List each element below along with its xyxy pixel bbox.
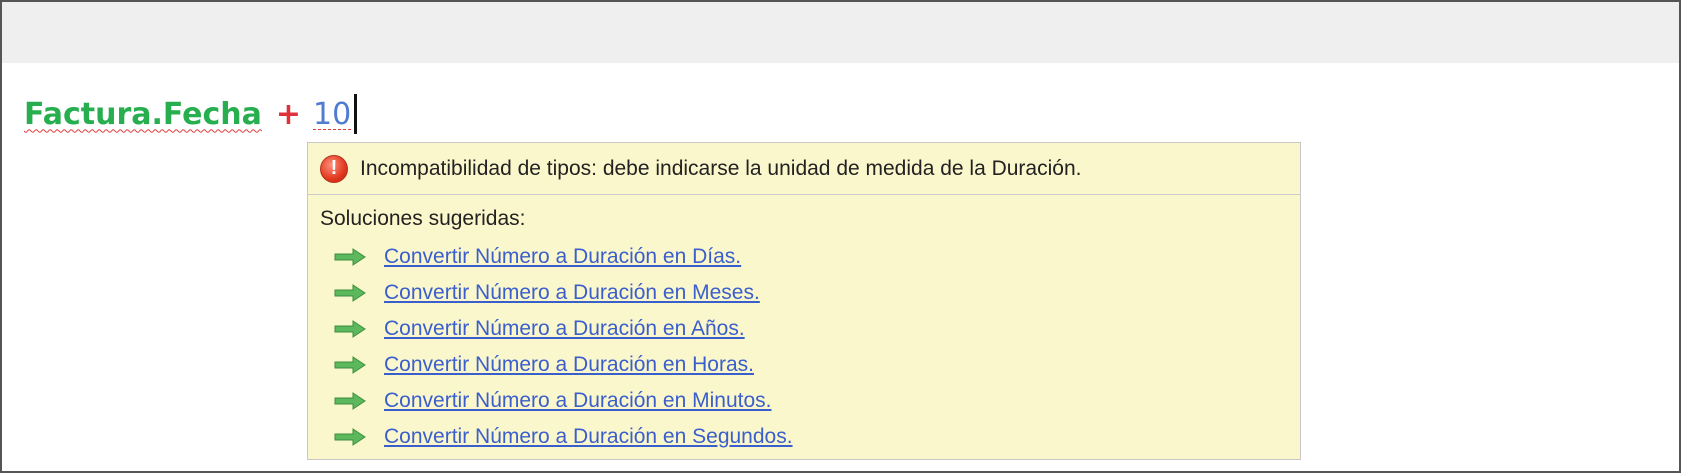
suggestion-link-meses[interactable]: Convertir Número a Duración en Meses. [384,281,760,305]
text-caret [354,94,358,134]
suggestion-link-minutos[interactable]: Convertir Número a Duración en Minutos. [384,389,772,413]
suggestions-list: Convertir Número a Duración en Días. Con… [320,239,1300,455]
green-arrow-right-icon [334,248,366,266]
editor-window: Factura.Fecha + 10 ! Incompatibilidad de… [0,0,1681,473]
suggestion-link-anos[interactable]: Convertir Número a Duración en Años. [384,317,745,341]
error-message-row: ! Incompatibilidad de tipos: debe indica… [308,143,1300,195]
operator-token: + [275,96,302,132]
formula-editor[interactable]: Factura.Fecha + 10 [24,94,358,134]
suggestion-link-dias[interactable]: Convertir Número a Duración en Días. [384,245,741,269]
number-token[interactable]: 10 [313,97,351,132]
green-arrow-right-icon [334,356,366,374]
green-arrow-right-icon [334,320,366,338]
error-icon: ! [320,154,348,183]
green-arrow-right-icon [334,392,366,410]
suggestion-item: Convertir Número a Duración en Horas. [320,347,1300,383]
suggestion-link-segundos[interactable]: Convertir Número a Duración en Segundos. [384,425,793,449]
suggestions-title: Soluciones sugeridas: [320,207,526,230]
suggestion-item: Convertir Número a Duración en Segundos. [320,419,1300,455]
suggestion-item: Convertir Número a Duración en Meses. [320,275,1300,311]
suggestion-item: Convertir Número a Duración en Días. [320,239,1300,275]
error-tooltip-popup: ! Incompatibilidad de tipos: debe indica… [307,142,1301,460]
green-arrow-right-icon [334,284,366,302]
suggestion-item: Convertir Número a Duración en Minutos. [320,383,1300,419]
error-message-text: Incompatibilidad de tipos: debe indicars… [360,156,1082,180]
green-arrow-right-icon [334,428,366,446]
suggestions-section: Soluciones sugeridas: Convertir Número a… [308,195,1300,455]
suggestion-link-horas[interactable]: Convertir Número a Duración en Horas. [384,353,754,377]
expression-token[interactable]: Factura.Fecha [24,97,262,132]
suggestion-item: Convertir Número a Duración en Años. [320,311,1300,347]
toolbar-area [2,2,1679,63]
